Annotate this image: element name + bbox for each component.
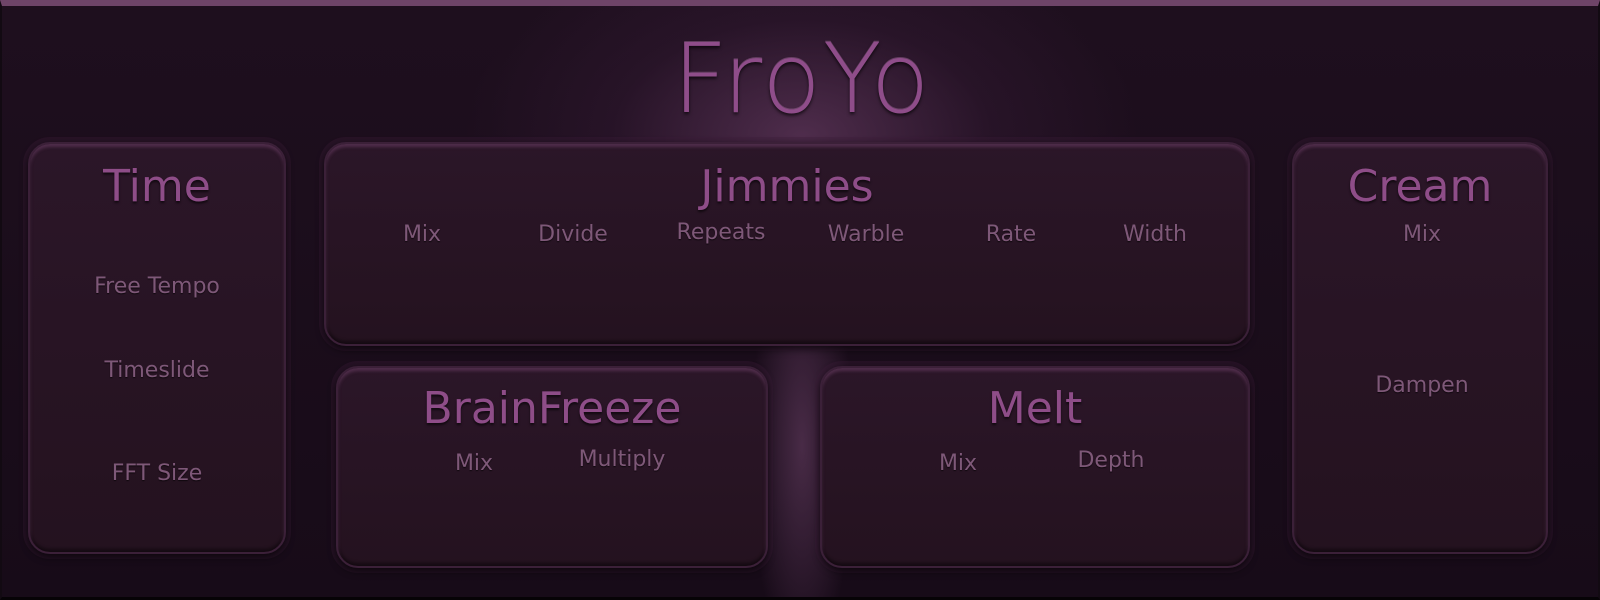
cream-panel: Cream Mix Dampen (1292, 142, 1548, 554)
jimmies-panel: Jimmies Mix Divide Repeats Warble Rate W… (324, 142, 1250, 346)
fft-size-control[interactable]: FFT Size (112, 460, 203, 488)
time-panel: Time Free Tempo Timeslide FFT Size (28, 142, 286, 554)
melt-panel: Melt Mix Depth (820, 366, 1250, 568)
app-title: FroYo (672, 23, 932, 135)
brainfreeze-panel: BrainFreeze Mix Multiply (336, 366, 768, 568)
divide-control[interactable]: Divide (538, 221, 608, 249)
dampen-control[interactable]: Dampen (1375, 372, 1468, 400)
melt-title: Melt (987, 383, 1083, 434)
brainfreeze-mix-control[interactable]: Mix (455, 450, 493, 478)
jimmies-mix-control[interactable]: Mix (403, 221, 441, 249)
time-title: Time (103, 161, 211, 212)
free-tempo-control[interactable]: Free Tempo (94, 273, 220, 301)
repeats-control[interactable]: Repeats (677, 219, 766, 247)
plugin-window: FroYo Time Free Tempo Timeslide FFT Size… (0, 0, 1600, 600)
width-control[interactable]: Width (1123, 221, 1187, 249)
timeslide-control[interactable]: Timeslide (104, 357, 209, 385)
depth-control[interactable]: Depth (1077, 447, 1144, 475)
melt-mix-control[interactable]: Mix (939, 450, 977, 478)
multiply-control[interactable]: Multiply (579, 446, 666, 474)
brainfreeze-title: BrainFreeze (422, 383, 682, 434)
jimmies-title: Jimmies (700, 161, 874, 212)
rate-control[interactable]: Rate (986, 221, 1036, 249)
cream-title: Cream (1347, 161, 1493, 212)
cream-mix-control[interactable]: Mix (1403, 221, 1441, 249)
warble-control[interactable]: Warble (828, 221, 904, 249)
